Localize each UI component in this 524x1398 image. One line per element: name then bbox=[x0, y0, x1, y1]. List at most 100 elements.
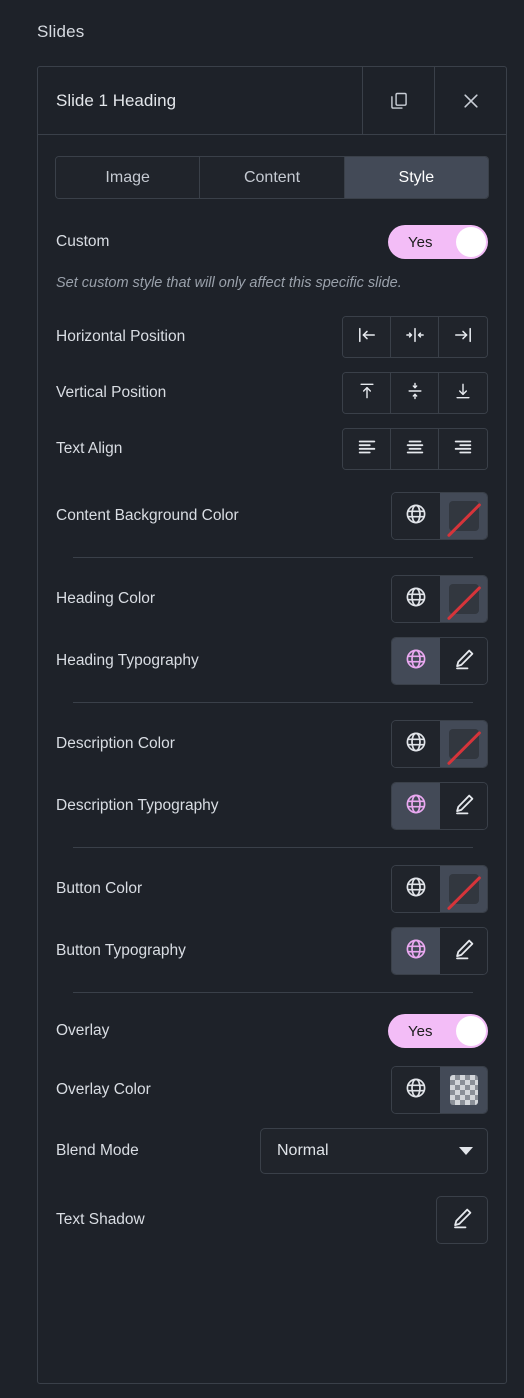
text-align-center-icon bbox=[404, 438, 426, 461]
button-color-label: Button Color bbox=[56, 880, 143, 898]
chevron-down-icon bbox=[459, 1147, 473, 1156]
style-panel-root: Slides Slide 1 Heading Image Content Sty… bbox=[0, 0, 524, 1398]
tab-image[interactable]: Image bbox=[56, 157, 201, 198]
overlay-toggle[interactable]: Yes bbox=[388, 1014, 488, 1049]
description-typography-row: Description Typography bbox=[38, 782, 506, 831]
description-color-global-button[interactable] bbox=[392, 721, 440, 768]
tab-content[interactable]: Content bbox=[200, 157, 345, 198]
button-typography-edit-button[interactable] bbox=[440, 928, 487, 975]
description-color-label: Description Color bbox=[56, 735, 175, 753]
content-background-color-swatch[interactable] bbox=[440, 493, 487, 540]
content-background-color-label: Content Background Color bbox=[56, 507, 239, 525]
align-center-h-button[interactable] bbox=[391, 317, 439, 358]
content-background-color-row: Content Background Color bbox=[38, 492, 506, 541]
overlay-color-label: Overlay Color bbox=[56, 1081, 151, 1099]
text-shadow-edit-button[interactable] bbox=[436, 1196, 488, 1245]
close-slide-button[interactable] bbox=[434, 67, 506, 134]
no-color-swatch-icon bbox=[446, 501, 481, 538]
slide-title[interactable]: Slide 1 Heading bbox=[38, 67, 362, 134]
globe-icon bbox=[404, 502, 428, 531]
content-background-color-control bbox=[391, 492, 488, 541]
heading-typography-global-button[interactable] bbox=[392, 638, 440, 685]
text-shadow-label: Text Shadow bbox=[56, 1211, 145, 1229]
globe-icon bbox=[404, 875, 428, 904]
globe-icon bbox=[404, 792, 428, 821]
text-align-right-button[interactable] bbox=[439, 429, 487, 470]
overlay-row: Overlay Yes bbox=[38, 1010, 506, 1052]
align-right-icon bbox=[452, 326, 474, 349]
divider bbox=[73, 702, 473, 704]
button-typography-label: Button Typography bbox=[56, 942, 186, 960]
toggle-knob bbox=[456, 1016, 486, 1047]
blend-mode-value: Normal bbox=[277, 1142, 329, 1160]
horizontal-position-group bbox=[342, 316, 488, 359]
button-color-control bbox=[391, 865, 488, 914]
button-color-swatch[interactable] bbox=[440, 866, 487, 913]
align-middle-button[interactable] bbox=[391, 373, 439, 414]
globe-icon bbox=[404, 647, 428, 676]
heading-typography-row: Heading Typography bbox=[38, 637, 506, 686]
no-color-swatch-icon bbox=[446, 584, 481, 621]
blend-mode-row: Blend Mode Normal bbox=[38, 1128, 506, 1175]
description-typography-edit-button[interactable] bbox=[440, 783, 487, 830]
text-align-label: Text Align bbox=[56, 440, 123, 458]
no-color-swatch-icon bbox=[446, 729, 481, 766]
custom-toggle-value: Yes bbox=[408, 233, 433, 251]
text-align-right-icon bbox=[452, 438, 474, 461]
align-left-icon bbox=[356, 326, 378, 349]
align-center-h-icon bbox=[404, 326, 426, 349]
heading-typography-label: Heading Typography bbox=[56, 652, 199, 670]
vertical-position-row: Vertical Position bbox=[38, 372, 506, 415]
duplicate-icon bbox=[389, 91, 409, 111]
align-top-button[interactable] bbox=[343, 373, 391, 414]
heading-color-swatch[interactable] bbox=[440, 576, 487, 623]
text-align-group bbox=[342, 428, 488, 471]
text-align-center-button[interactable] bbox=[391, 429, 439, 470]
overlay-color-control bbox=[391, 1066, 488, 1115]
custom-label: Custom bbox=[56, 233, 110, 250]
button-typography-global-button[interactable] bbox=[392, 928, 440, 975]
description-typography-global-button[interactable] bbox=[392, 783, 440, 830]
pencil-icon bbox=[452, 937, 476, 966]
align-middle-icon bbox=[405, 381, 425, 406]
overlay-color-swatch[interactable] bbox=[440, 1067, 487, 1114]
align-bottom-button[interactable] bbox=[439, 373, 487, 414]
heading-color-global-button[interactable] bbox=[392, 576, 440, 623]
align-right-button[interactable] bbox=[439, 317, 487, 358]
description-color-swatch[interactable] bbox=[440, 721, 487, 768]
button-color-global-button[interactable] bbox=[392, 866, 440, 913]
pencil-icon bbox=[452, 792, 476, 821]
align-left-button[interactable] bbox=[343, 317, 391, 358]
blend-mode-select[interactable]: Normal bbox=[260, 1128, 488, 1175]
heading-typography-control bbox=[391, 637, 488, 686]
content-background-color-global-button[interactable] bbox=[392, 493, 440, 540]
button-typography-control bbox=[391, 927, 488, 976]
pencil-icon bbox=[452, 647, 476, 676]
close-icon bbox=[461, 91, 481, 111]
toggle-knob bbox=[456, 227, 486, 257]
heading-color-row: Heading Color bbox=[38, 575, 506, 624]
overlay-toggle-value: Yes bbox=[408, 1022, 433, 1040]
blend-mode-label: Blend Mode bbox=[56, 1142, 139, 1160]
globe-icon bbox=[404, 585, 428, 614]
no-color-swatch-icon bbox=[446, 874, 481, 911]
vertical-position-label: Vertical Position bbox=[56, 384, 167, 402]
button-color-row: Button Color bbox=[38, 865, 506, 914]
slide-header-row: Slide 1 Heading bbox=[38, 67, 506, 135]
text-align-left-button[interactable] bbox=[343, 429, 391, 470]
align-bottom-icon bbox=[453, 381, 473, 406]
text-shadow-row: Text Shadow bbox=[38, 1196, 506, 1245]
heading-typography-edit-button[interactable] bbox=[440, 638, 487, 685]
description-color-control bbox=[391, 720, 488, 769]
vertical-position-group bbox=[342, 372, 488, 415]
heading-color-control bbox=[391, 575, 488, 624]
custom-toggle[interactable]: Yes bbox=[388, 225, 488, 259]
text-align-row: Text Align bbox=[38, 428, 506, 471]
horizontal-position-label: Horizontal Position bbox=[56, 328, 186, 346]
duplicate-slide-button[interactable] bbox=[362, 67, 434, 134]
globe-icon bbox=[404, 937, 428, 966]
tab-bar: Image Content Style bbox=[55, 156, 489, 199]
tab-style[interactable]: Style bbox=[344, 157, 488, 198]
overlay-color-global-button[interactable] bbox=[392, 1067, 440, 1114]
transparent-swatch-icon bbox=[449, 1075, 478, 1106]
